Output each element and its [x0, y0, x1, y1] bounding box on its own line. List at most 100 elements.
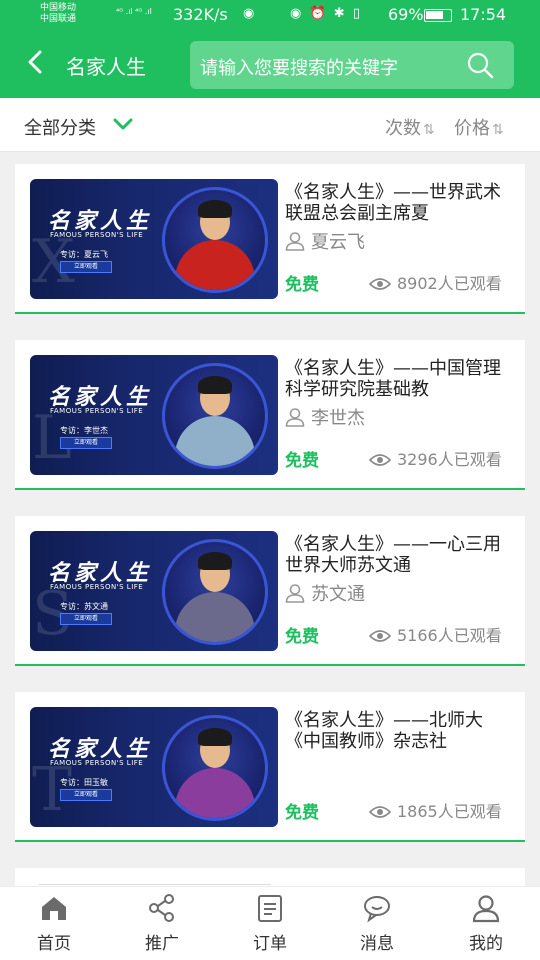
view-count: 3296人已观看 [369, 446, 502, 470]
guest-portrait [162, 187, 268, 293]
eye-comfort-icon: ◉ [243, 6, 255, 21]
card-title: 《名家人生》——一心三用世界大师苏文通 [285, 534, 501, 576]
video-thumbnail[interactable]: L 名家人生 FAMOUS PERSON'S LIFE 专访：李世杰 立即观看 [30, 355, 278, 475]
view-count: 8902人已观看 [369, 270, 502, 294]
nav-label: 首页 [37, 934, 71, 954]
thumb-watch-button: 立即观看 [60, 613, 112, 625]
network-speed: 332K/s [173, 5, 228, 24]
portrait-hair [198, 376, 232, 394]
card-author: 夏云飞 [285, 228, 365, 254]
thumb-watch-button: 立即观看 [60, 789, 112, 801]
thumb-watch-button: 立即观看 [60, 437, 112, 449]
thumb-guest: 专访：苏文通 [60, 602, 108, 611]
thumb-guest: 专访：夏云飞 [60, 250, 108, 259]
nav-profile[interactable]: 我的 [446, 893, 526, 954]
video-thumbnail[interactable]: S 名家人生 FAMOUS PERSON'S LIFE 专访：苏文通 立即观看 [30, 531, 278, 651]
nav-label: 推广 [145, 934, 179, 954]
page-title: 名家人生 [66, 55, 146, 79]
user-icon [285, 408, 305, 427]
portrait-body [175, 416, 255, 466]
portrait-body [175, 592, 255, 642]
user-icon [285, 232, 305, 251]
battery-icon [424, 9, 452, 22]
carrier-info: 中国移动 中国联通 [40, 3, 76, 25]
sort-by-price[interactable]: 价格 ⇅ [454, 114, 504, 140]
portrait-hair [198, 200, 232, 218]
eye-icon [369, 806, 391, 818]
home-icon [42, 897, 66, 920]
list-item[interactable]: X 名家人生 FAMOUS PERSON'S LIFE 专访：夏云飞 立即观看 … [15, 164, 525, 314]
eye-icon [369, 630, 391, 642]
header: 名家人生 请输入您要搜索的关键字 [0, 32, 540, 98]
card-title: 《名家人生》——世界武术联盟总会副主席夏 [285, 182, 501, 224]
user-icon [285, 584, 305, 603]
chevron-down-icon[interactable] [112, 116, 134, 132]
nav-messages[interactable]: 消息 [337, 893, 417, 954]
category-filter[interactable]: 全部分类 [24, 114, 96, 140]
bottom-nav: 首页 推广 订单 消息 我的 [0, 886, 540, 960]
battery-percent: 69% [388, 5, 424, 24]
thumb-subtitle: FAMOUS PERSON'S LIFE [50, 583, 144, 591]
video-thumbnail[interactable]: T 名家人生 FAMOUS PERSON'S LIFE 专访：田玉敏 立即观看 [30, 707, 278, 827]
nav-promote[interactable]: 推广 [122, 893, 202, 954]
list-item-partial [15, 868, 525, 888]
list-item[interactable]: T 名家人生 FAMOUS PERSON'S LIFE 专访：田玉敏 立即观看 … [15, 692, 525, 842]
back-arrow-icon[interactable] [24, 48, 52, 76]
thumb-watch-button: 立即观看 [60, 261, 112, 273]
author-name: 李世杰 [311, 408, 365, 429]
author-name: 夏云飞 [311, 232, 365, 253]
price-tag: 免费 [285, 803, 319, 823]
guest-portrait [162, 715, 268, 821]
price-tag: 免费 [285, 627, 319, 647]
thumb-subtitle: FAMOUS PERSON'S LIFE [50, 231, 144, 239]
eye-icon [369, 278, 391, 290]
video-thumbnail[interactable]: X 名家人生 FAMOUS PERSON'S LIFE 专访：夏云飞 立即观看 [30, 179, 278, 299]
clock: 17:54 [460, 5, 507, 24]
status-bar: 中国移动 中国联通 ⁴ᴳ .ıl ⁴ᴳ .ıl 332K/s ◉ ◉ ⏰ ✱ ▯… [0, 0, 540, 32]
view-count-text: 8902人已观看 [397, 274, 502, 293]
nav-orders[interactable]: 订单 [230, 893, 310, 954]
nav-label: 订单 [253, 934, 287, 954]
system-icons: ◉ ⏰ ✱ ▯ [290, 6, 362, 21]
view-count: 5166人已观看 [369, 622, 502, 646]
thumb-subtitle: FAMOUS PERSON'S LIFE [50, 759, 144, 767]
signal-icon: ⁴ᴳ .ıl ⁴ᴳ .ıl [116, 7, 152, 16]
sort-by-count[interactable]: 次数 ⇅ [385, 114, 435, 140]
thumb-guest: 专访：李世杰 [60, 426, 108, 435]
card-title: 《名家人生》——北师大《中国教师》杂志社 [285, 710, 483, 752]
portrait-hair [198, 728, 232, 746]
search-icon[interactable] [466, 51, 494, 79]
search-placeholder: 请输入您要搜索的关键字 [200, 58, 398, 79]
card-author: 苏文通 [285, 580, 365, 606]
view-count-text: 3296人已观看 [397, 450, 502, 469]
thumb-guest: 专访：田玉敏 [60, 778, 108, 787]
nav-label: 我的 [469, 934, 503, 954]
card-title: 《名家人生》——中国管理科学研究院基础教 [285, 358, 501, 400]
list-item[interactable]: S 名家人生 FAMOUS PERSON'S LIFE 专访：苏文通 立即观看 … [15, 516, 525, 666]
price-tag: 免费 [285, 275, 319, 295]
search-input[interactable]: 请输入您要搜索的关键字 [190, 41, 514, 89]
portrait-body [175, 240, 255, 290]
clipboard-icon [258, 895, 282, 922]
carrier-primary: 中国移动 [40, 3, 77, 13]
chat-bubble-icon [364, 896, 390, 923]
divider [39, 884, 271, 885]
view-count: 1865人已观看 [369, 798, 502, 822]
sort-arrows-icon: ⇅ [423, 122, 435, 138]
filter-bar: 全部分类 次数 ⇅ 价格 ⇅ [0, 98, 540, 152]
sort-arrows-icon: ⇅ [492, 122, 504, 138]
portrait-body [175, 768, 255, 818]
thumb-subtitle: FAMOUS PERSON'S LIFE [50, 407, 144, 415]
nav-home[interactable]: 首页 [14, 893, 94, 954]
guest-portrait [162, 539, 268, 645]
share-icon [149, 894, 174, 922]
guest-portrait [162, 363, 268, 469]
price-tag: 免费 [285, 451, 319, 471]
view-count-text: 5166人已观看 [397, 626, 502, 645]
sort-count-label: 次数 [385, 118, 421, 139]
portrait-hair [198, 552, 232, 570]
eye-icon [369, 454, 391, 466]
list-item[interactable]: L 名家人生 FAMOUS PERSON'S LIFE 专访：李世杰 立即观看 … [15, 340, 525, 490]
sort-price-label: 价格 [454, 118, 490, 139]
author-name: 苏文通 [311, 584, 365, 605]
